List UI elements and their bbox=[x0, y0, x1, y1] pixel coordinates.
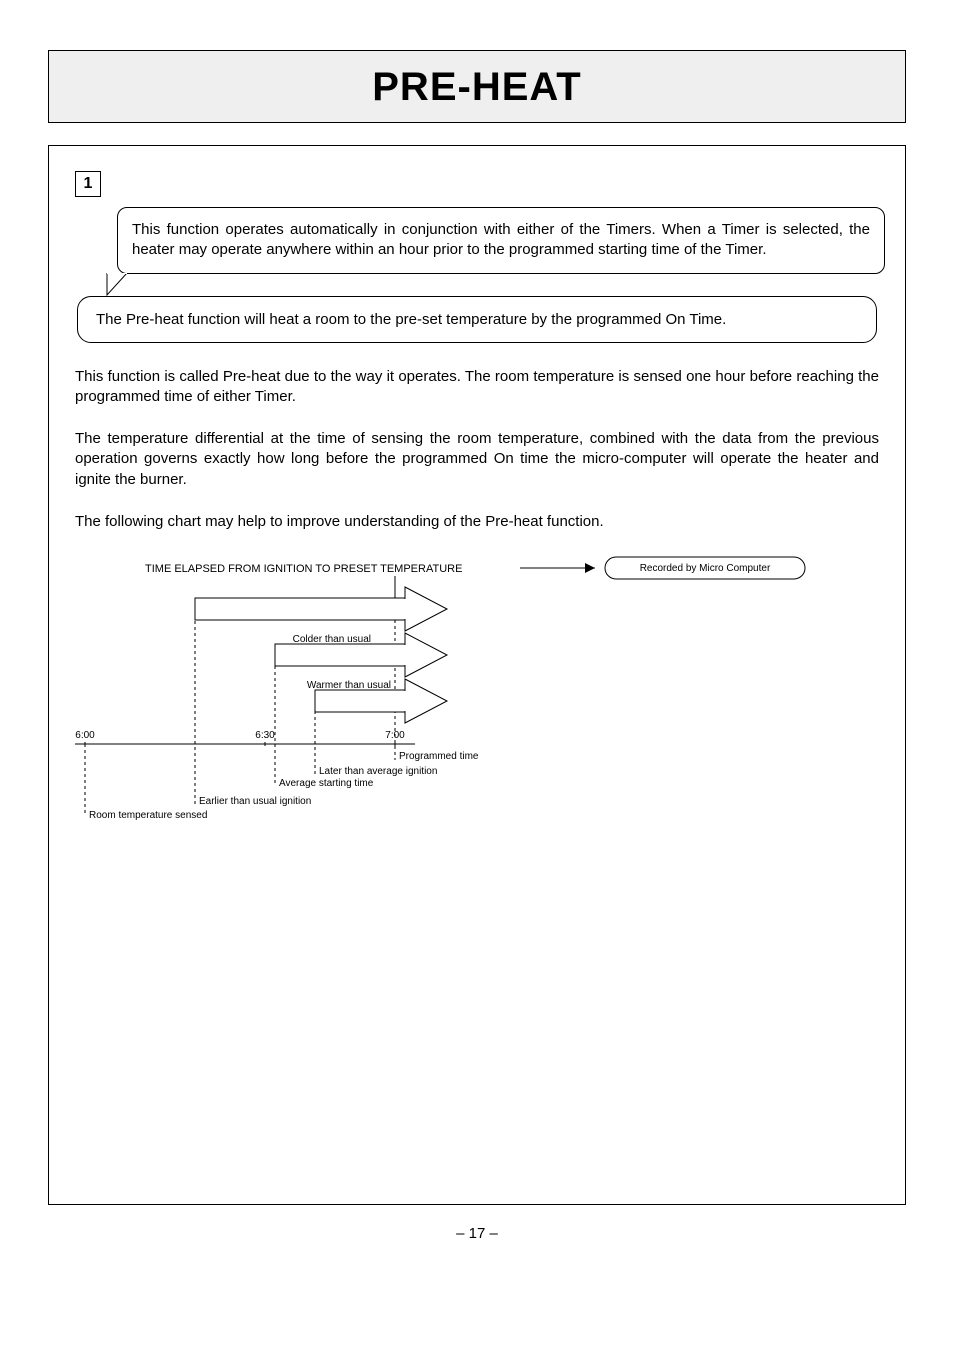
paragraph-3: The following chart may help to improve … bbox=[75, 512, 879, 532]
title-banner: PRE-HEAT bbox=[48, 50, 906, 123]
callout-box: This function operates automatically in … bbox=[117, 207, 885, 274]
callout-pointer-icon bbox=[103, 273, 139, 307]
lozenge-text: The Pre-heat function will heat a room t… bbox=[96, 311, 858, 328]
label-earlier: Earlier than usual ignition bbox=[199, 796, 311, 807]
section-number: 1 bbox=[75, 171, 101, 197]
label-colder: Colder than usual bbox=[293, 634, 371, 645]
arrow-block-1 bbox=[195, 587, 447, 631]
page-title: PRE-HEAT bbox=[59, 65, 895, 110]
tick-630: 6:30 bbox=[255, 730, 275, 741]
lozenge-box: The Pre-heat function will heat a room t… bbox=[77, 296, 877, 343]
paragraph-2: The temperature differential at the time… bbox=[75, 429, 879, 490]
callout-text: This function operates automatically in … bbox=[132, 220, 870, 261]
label-warmer: Warmer than usual bbox=[307, 680, 391, 691]
label-later: Later than average ignition bbox=[319, 766, 437, 777]
content-box: 1 This function operates automatically i… bbox=[48, 145, 906, 1205]
preheat-diagram: TIME ELAPSED FROM IGNITION TO PRESET TEM… bbox=[75, 554, 879, 854]
label-room-sensed: Room temperature sensed bbox=[89, 810, 207, 821]
badge-recorded: Recorded by Micro Computer bbox=[640, 563, 771, 574]
page-number: – 17 – bbox=[48, 1225, 906, 1242]
tick-600: 6:00 bbox=[75, 730, 95, 741]
paragraph-1: This function is called Pre-heat due to … bbox=[75, 367, 879, 408]
label-average: Average starting time bbox=[279, 778, 374, 789]
chart-top-label: TIME ELAPSED FROM IGNITION TO PRESET TEM… bbox=[145, 563, 462, 575]
label-programmed: Programmed time bbox=[399, 751, 479, 762]
